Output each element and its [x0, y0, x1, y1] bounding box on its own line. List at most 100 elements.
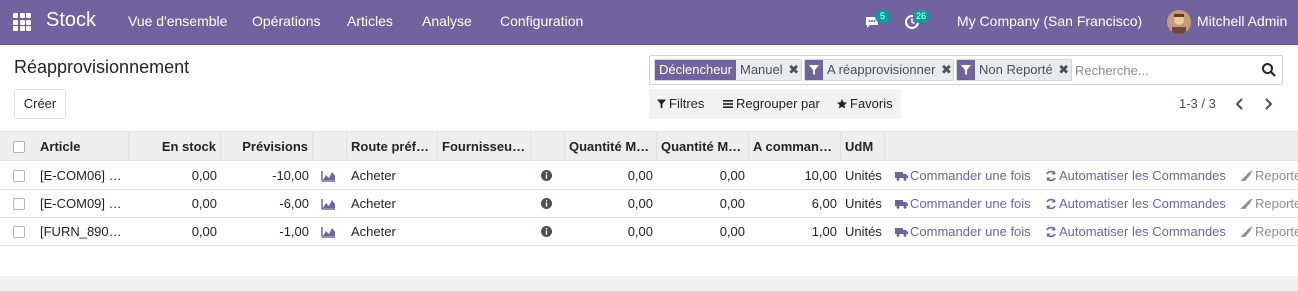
- automate-orders-button[interactable]: Automatiser les Commandes: [1045, 218, 1226, 245]
- filter-icon: [657, 99, 666, 108]
- col-fournisseur[interactable]: Fournisseu…: [438, 132, 531, 161]
- area-chart-icon[interactable]: [321, 198, 336, 210]
- refresh-icon: [1046, 198, 1056, 209]
- col-quantite-min[interactable]: Quantité M…: [565, 132, 657, 161]
- favorites-label: Favoris: [850, 96, 893, 111]
- cell-article: [FURN_890…: [40, 224, 122, 239]
- app-name[interactable]: Stock: [46, 9, 96, 32]
- search-input[interactable]: [1075, 60, 1255, 80]
- facet-declencheur: Déclencheur Manuel ✖: [654, 59, 802, 81]
- info-icon[interactable]: [541, 198, 552, 209]
- filter-toolbar: Filtres Regrouper par Favoris: [649, 89, 901, 119]
- facet-remove-icon[interactable]: ✖: [1057, 60, 1071, 80]
- cell-forecast: -6,00: [279, 196, 309, 211]
- row-checkbox[interactable]: [13, 226, 25, 238]
- filter-icon: [957, 60, 975, 80]
- cell-uom: Unités: [845, 196, 882, 211]
- truck-icon: [895, 171, 908, 181]
- table-row[interactable]: [E-COM09] … 0,00 -6,00 Acheter 0,00 0,00…: [0, 190, 1298, 218]
- snooze-button[interactable]: Reporte: [1240, 190, 1298, 217]
- menu-articles[interactable]: Articles: [347, 13, 393, 29]
- area-chart-icon[interactable]: [321, 170, 336, 182]
- star-icon: [837, 98, 847, 108]
- automate-orders-button[interactable]: Automatiser les Commandes: [1045, 190, 1226, 217]
- order-once-button[interactable]: Commander une fois: [895, 162, 1031, 189]
- search-bar: Déclencheur Manuel ✖ A réapprovisionner …: [649, 55, 1283, 85]
- favorites-dropdown[interactable]: Favoris: [837, 96, 893, 111]
- cell-qmin: 0,00: [627, 224, 653, 239]
- user-avatar[interactable]: [1167, 10, 1191, 34]
- automate-label: Automatiser les Commandes: [1059, 224, 1226, 239]
- facet-remove-icon[interactable]: ✖: [787, 60, 801, 80]
- row-checkbox[interactable]: [13, 170, 25, 182]
- facet-label: Déclencheur: [655, 60, 736, 80]
- search-icon[interactable]: [1261, 62, 1277, 78]
- cell-stock: 0,00: [191, 168, 217, 183]
- snooze-label: Reporte: [1255, 224, 1298, 239]
- menu-operations[interactable]: Opérations: [252, 13, 320, 29]
- snooze-button[interactable]: Reporte: [1240, 218, 1298, 245]
- cell-forecast: -10,00: [272, 168, 309, 183]
- order-once-button[interactable]: Commander une fois: [895, 218, 1031, 245]
- area-chart-icon[interactable]: [321, 226, 336, 238]
- app-menu-icon[interactable]: [13, 13, 31, 31]
- chevron-right-icon[interactable]: [1261, 97, 1275, 111]
- order-once-label: Commander une fois: [910, 224, 1031, 239]
- messages-badge: 5: [875, 10, 890, 23]
- company-switcher[interactable]: My Company (San Francisco): [957, 13, 1142, 29]
- order-once-button[interactable]: Commander une fois: [895, 190, 1031, 217]
- cell-order-qty[interactable]: 6,00: [749, 190, 841, 217]
- cell-qmax: 0,00: [719, 168, 745, 183]
- slash-bell-icon: [1240, 170, 1253, 181]
- menu-vue-ensemble[interactable]: Vue d'ensemble: [128, 13, 227, 29]
- info-icon[interactable]: [541, 226, 552, 237]
- filters-dropdown[interactable]: Filtres: [657, 96, 704, 111]
- cell-order-qty[interactable]: 1,00: [749, 218, 841, 245]
- facet-remove-icon[interactable]: ✖: [939, 60, 953, 80]
- cell-qmin: 0,00: [627, 196, 653, 211]
- refresh-icon: [1046, 226, 1056, 237]
- snooze-label: Reporte: [1255, 168, 1298, 183]
- pager-value[interactable]: 1-3 / 3: [1179, 96, 1216, 111]
- col-article[interactable]: Article: [36, 132, 129, 161]
- info-icon[interactable]: [541, 170, 552, 181]
- list-icon: [723, 99, 733, 108]
- menu-analyse[interactable]: Analyse: [422, 13, 472, 29]
- cell-stock: 0,00: [191, 196, 217, 211]
- cell-qmax: 0,00: [719, 224, 745, 239]
- col-quantite-max[interactable]: Quantité M…: [657, 132, 749, 161]
- groupby-label: Regrouper par: [736, 96, 820, 111]
- table-row[interactable]: [FURN_890… 0,00 -1,00 Acheter 0,00 0,00 …: [0, 218, 1298, 246]
- row-checkbox[interactable]: [13, 198, 25, 210]
- cell-uom: Unités: [845, 224, 882, 239]
- facet-a-reapprovisionner: A réapprovisionner ✖: [804, 59, 955, 81]
- col-previsions[interactable]: Prévisions: [221, 132, 313, 161]
- cell-route: Acheter: [351, 224, 396, 239]
- col-route[interactable]: Route préf…: [347, 132, 438, 161]
- cell-stock: 0,00: [191, 224, 217, 239]
- menu-configuration[interactable]: Configuration: [500, 13, 583, 29]
- table-row[interactable]: [E-COM06] … 0,00 -10,00 Acheter 0,00 0,0…: [0, 162, 1298, 190]
- create-button[interactable]: Créer: [14, 89, 66, 119]
- groupby-dropdown[interactable]: Regrouper par: [723, 96, 820, 111]
- slash-bell-icon: [1240, 226, 1253, 237]
- col-info: [531, 132, 565, 161]
- facet-value: A réapprovisionner: [827, 62, 936, 77]
- order-once-label: Commander une fois: [910, 196, 1031, 211]
- col-udm[interactable]: UdM: [841, 132, 885, 161]
- col-a-commander[interactable]: A comman…: [749, 132, 841, 161]
- facet-value: Manuel: [740, 62, 783, 77]
- user-name[interactable]: Mitchell Admin: [1197, 13, 1287, 29]
- list-footer: [0, 276, 1298, 291]
- cell-qmin: 0,00: [627, 168, 653, 183]
- cell-article: [E-COM06] …: [40, 168, 122, 183]
- select-all-checkbox[interactable]: [13, 141, 25, 153]
- chevron-left-icon[interactable]: [1233, 97, 1247, 111]
- cell-forecast: -1,00: [279, 224, 309, 239]
- automate-orders-button[interactable]: Automatiser les Commandes: [1045, 162, 1226, 189]
- filters-label: Filtres: [669, 96, 705, 111]
- snooze-button[interactable]: Reporte: [1240, 162, 1298, 189]
- col-en-stock[interactable]: En stock: [129, 132, 221, 161]
- cell-order-qty[interactable]: 10,00: [749, 162, 841, 189]
- avatar-image-icon: [1167, 10, 1191, 34]
